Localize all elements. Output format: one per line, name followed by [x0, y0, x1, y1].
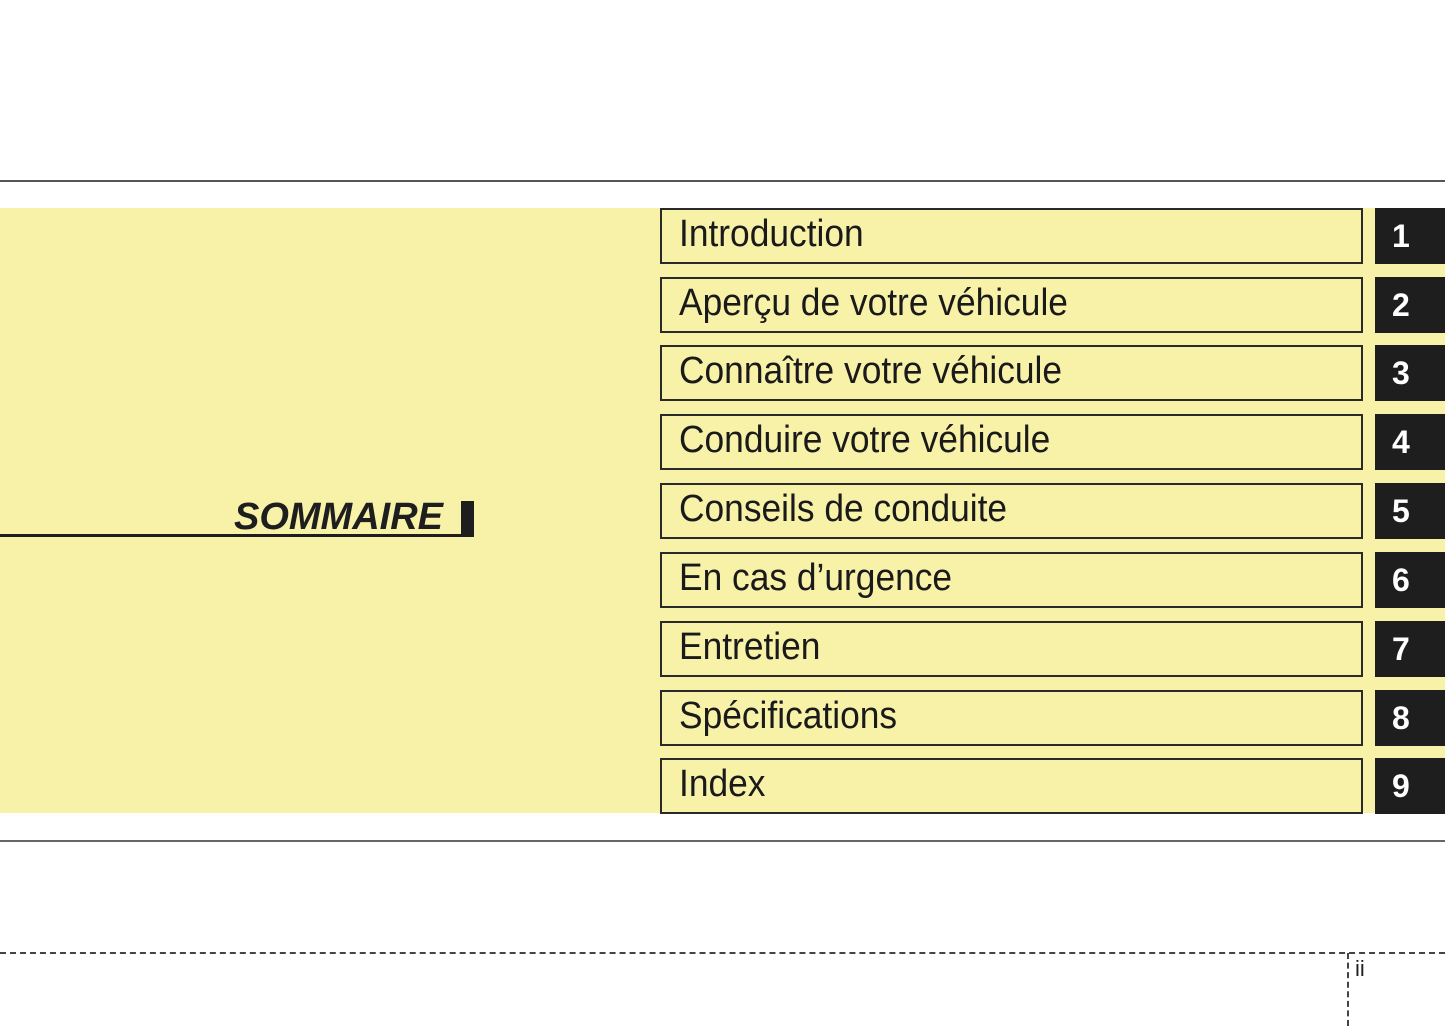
toc-item-box[interactable]: Conduire votre véhicule: [660, 414, 1363, 470]
chapter-number-tab[interactable]: 8: [1375, 690, 1445, 746]
toc-item-box[interactable]: Aperçu de votre véhicule: [660, 277, 1363, 333]
chapter-number-tab[interactable]: 5: [1375, 483, 1445, 539]
chapter-number-tab[interactable]: 4: [1375, 414, 1445, 470]
toc-item-box[interactable]: En cas d’urgence: [660, 552, 1363, 608]
page-trim-guide-vertical: [1347, 953, 1349, 1026]
chapter-number-tab[interactable]: 2: [1375, 277, 1445, 333]
toc-item-label: Spécifications: [679, 695, 898, 737]
top-divider: [0, 180, 1445, 182]
chapter-number-tab[interactable]: 7: [1375, 621, 1445, 677]
toc-item-label: Connaître votre véhicule: [679, 350, 1063, 392]
chapter-number: 6: [1392, 562, 1410, 598]
toc-item-specifications[interactable]: Spécifications 8: [660, 690, 1445, 746]
toc-item-label: Conseils de conduite: [679, 488, 1008, 530]
toc-item-label: Aperçu de votre véhicule: [679, 282, 1068, 324]
chapter-number: 2: [1392, 287, 1410, 323]
section-heading: SOMMAIRE: [0, 492, 476, 538]
chapter-number-tab[interactable]: 3: [1375, 345, 1445, 401]
toc-item-urgence[interactable]: En cas d’urgence 6: [660, 552, 1445, 608]
toc-item-entretien[interactable]: Entretien 7: [660, 621, 1445, 677]
toc-item-conduire[interactable]: Conduire votre véhicule 4: [660, 414, 1445, 470]
toc-item-box[interactable]: Index: [660, 758, 1363, 814]
chapter-number: 7: [1392, 631, 1410, 667]
toc-item-label: Index: [679, 763, 766, 805]
chapter-number-tab[interactable]: 9: [1375, 758, 1445, 814]
toc-item-label: En cas d’urgence: [679, 557, 953, 599]
page-number: ii: [1355, 956, 1365, 981]
toc-item-label: Introduction: [679, 213, 864, 255]
page-trim-guide-horizontal: [0, 952, 1445, 954]
chapter-number: 5: [1392, 493, 1410, 529]
toc-item-connaitre[interactable]: Connaître votre véhicule 3: [660, 345, 1445, 401]
bottom-divider: [0, 840, 1445, 842]
title-marker-bar: [461, 501, 474, 537]
chapter-number: 3: [1392, 355, 1410, 391]
toc-item-box[interactable]: Entretien: [660, 621, 1363, 677]
chapter-number: 9: [1392, 768, 1410, 804]
toc-item-label: Conduire votre véhicule: [679, 419, 1051, 461]
toc-item-conseils[interactable]: Conseils de conduite 5: [660, 483, 1445, 539]
toc-item-box[interactable]: Spécifications: [660, 690, 1363, 746]
toc-item-introduction[interactable]: Introduction 1: [660, 208, 1445, 264]
toc-item-index[interactable]: Index 9: [660, 758, 1445, 814]
title-underline: [0, 534, 474, 537]
toc-item-label: Entretien: [679, 626, 821, 668]
toc-item-box[interactable]: Conseils de conduite: [660, 483, 1363, 539]
chapter-number-tab[interactable]: 6: [1375, 552, 1445, 608]
chapter-number-tab[interactable]: 1: [1375, 208, 1445, 264]
chapter-number: 4: [1392, 424, 1410, 460]
chapter-number: 1: [1392, 218, 1410, 254]
toc-item-box[interactable]: Connaître votre véhicule: [660, 345, 1363, 401]
toc-item-box[interactable]: Introduction: [660, 208, 1363, 264]
chapter-number: 8: [1392, 700, 1410, 736]
toc-item-apercu[interactable]: Aperçu de votre véhicule 2: [660, 277, 1445, 333]
